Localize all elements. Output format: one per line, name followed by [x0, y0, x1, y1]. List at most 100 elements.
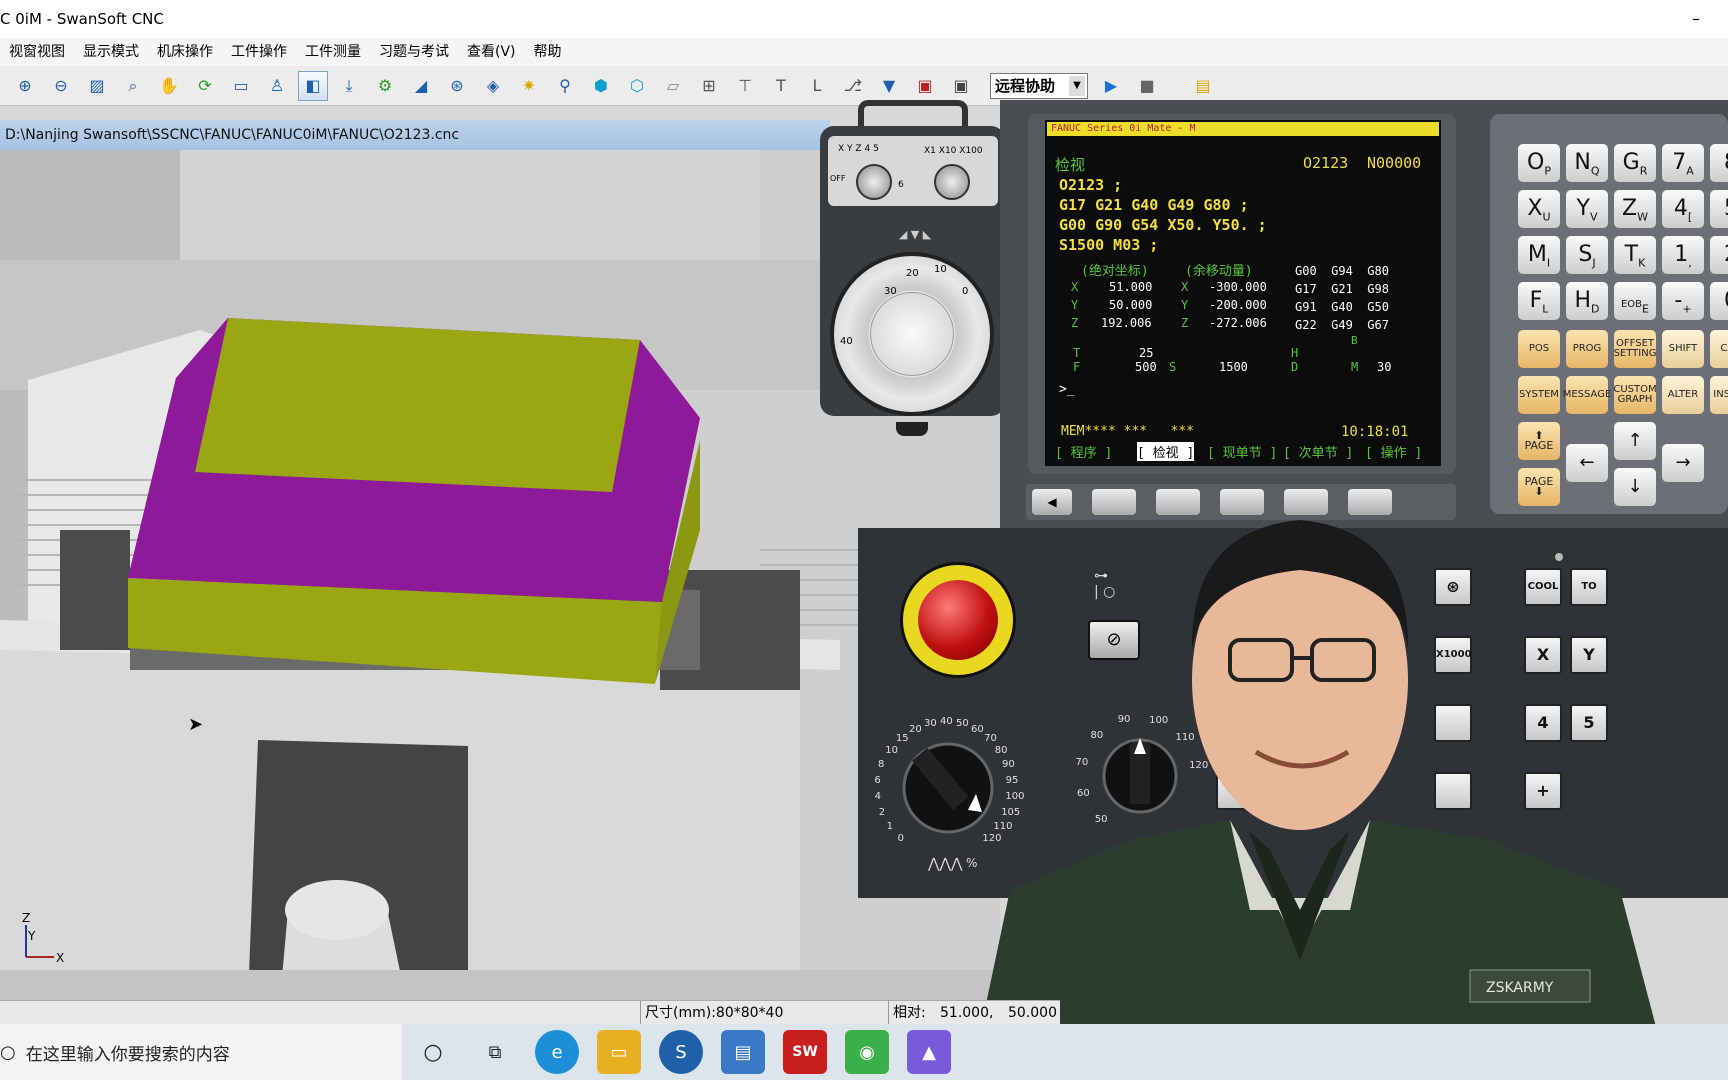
softkey-btn-3[interactable]: [1220, 489, 1264, 515]
key-f[interactable]: FL: [1518, 282, 1560, 320]
select-box-icon[interactable]: ▭: [226, 71, 256, 101]
key-x[interactable]: XU: [1518, 190, 1560, 228]
blank-button-4[interactable]: [1434, 772, 1472, 810]
triangle-icon[interactable]: ◢: [406, 71, 436, 101]
softkey-current-block[interactable]: [ 现单节 ]: [1207, 442, 1277, 461]
app-window-icon[interactable]: ▤: [721, 1030, 765, 1074]
menu-exercises[interactable]: 习题与考试: [370, 38, 458, 66]
mode-mdi-button[interactable]: ⇨: [1216, 636, 1254, 674]
view-down-icon[interactable]: ⤓: [334, 71, 364, 101]
menu-view[interactable]: 查看(V): [458, 38, 525, 66]
minimize-button[interactable]: –: [1692, 0, 1700, 38]
key-shift[interactable]: SHIFT: [1662, 330, 1704, 368]
key-n[interactable]: NQ: [1566, 144, 1608, 182]
cortana-icon[interactable]: ○: [411, 1030, 455, 1074]
axis-5-button[interactable]: 5: [1570, 704, 1608, 742]
blank-button-3[interactable]: [1434, 704, 1472, 742]
spring-icon[interactable]: ⊛: [442, 71, 472, 101]
key-alter[interactable]: ALTER: [1662, 376, 1704, 414]
key-s[interactable]: SJ: [1566, 236, 1608, 274]
menu-display-mode[interactable]: 显示模式: [74, 38, 148, 66]
figure-icon[interactable]: ♙: [262, 71, 292, 101]
softkey-check[interactable]: [ 检视 ]: [1137, 442, 1195, 461]
softkey-program[interactable]: [ 程序 ]: [1055, 442, 1112, 461]
clip-icon[interactable]: ⎇: [838, 71, 868, 101]
cube-blue-icon[interactable]: ◈: [478, 71, 508, 101]
softkey-btn-1[interactable]: [1092, 489, 1136, 515]
l-tool-icon[interactable]: L: [802, 71, 832, 101]
hex-icon[interactable]: ⬢: [586, 71, 616, 101]
save-icon[interactable]: ▣: [946, 71, 976, 101]
zoom-window-icon[interactable]: ▨: [82, 71, 112, 101]
taskbar-search[interactable]: ○ 在这里输入你要搜索的内容: [0, 1024, 402, 1080]
remote-help-select[interactable]: 远程协助 ▼: [990, 72, 1088, 99]
edge-icon[interactable]: e: [535, 1030, 579, 1074]
key-7[interactable]: 7A: [1662, 144, 1704, 182]
key-pos[interactable]: POS: [1518, 330, 1560, 368]
cool-button[interactable]: COOL: [1524, 568, 1562, 606]
photos-icon[interactable]: ▲: [907, 1030, 951, 1074]
key-offset-setting[interactable]: OFFSET SETTING: [1614, 330, 1656, 368]
blank-button-2[interactable]: [1264, 772, 1302, 810]
cursor-left-button[interactable]: ←: [1566, 444, 1608, 482]
number-icon[interactable]: ⊤: [730, 71, 760, 101]
key-y[interactable]: YV: [1566, 190, 1608, 228]
softkey-btn-2[interactable]: [1156, 489, 1200, 515]
key-5[interactable]: 5: [1710, 190, 1728, 228]
softkey-operate[interactable]: [ 操作 ]: [1365, 442, 1422, 461]
key-h[interactable]: HD: [1566, 282, 1608, 320]
zoom-out-icon[interactable]: ⊖: [46, 71, 76, 101]
key-1[interactable]: 1,: [1662, 236, 1704, 274]
page-up-button[interactable]: ⬆ PAGE: [1518, 422, 1560, 460]
projector-icon[interactable]: ▼: [874, 71, 904, 101]
paper-icon[interactable]: ▱: [658, 71, 688, 101]
key-m[interactable]: MI: [1518, 236, 1560, 274]
softkey-next-block[interactable]: [ 次单节 ]: [1283, 442, 1353, 461]
plus-button[interactable]: +: [1524, 772, 1562, 810]
key-8[interactable]: 8: [1710, 144, 1728, 182]
key-o[interactable]: OP: [1518, 144, 1560, 182]
key-2[interactable]: 2: [1710, 236, 1728, 274]
tool-button[interactable]: TO: [1570, 568, 1608, 606]
zoom-in-icon[interactable]: ⊕: [10, 71, 40, 101]
key-t[interactable]: TK: [1614, 236, 1656, 274]
cursor-right-button[interactable]: →: [1662, 444, 1704, 482]
key-g[interactable]: GR: [1614, 144, 1656, 182]
page-down-button[interactable]: PAGE ⬇: [1518, 468, 1560, 506]
menu-workpiece-op[interactable]: 工件操作: [222, 38, 296, 66]
axis-y-button[interactable]: Y: [1570, 636, 1608, 674]
cube-icon[interactable]: ⬡: [622, 71, 652, 101]
mode-auto-button[interactable]: ⇨: [1216, 568, 1254, 606]
view-box-icon[interactable]: ◧: [298, 70, 328, 101]
wechat-icon[interactable]: ◉: [845, 1030, 889, 1074]
menu-help[interactable]: 帮助: [525, 38, 571, 66]
mode-dnc-button[interactable]: ⊘: [1264, 636, 1302, 674]
key--[interactable]: -+: [1662, 282, 1704, 320]
key-0[interactable]: 0: [1710, 282, 1728, 320]
mode-jog-button[interactable]: ⇨: [1264, 704, 1302, 742]
rotate-icon[interactable]: ⟳: [190, 71, 220, 101]
cursor-down-button[interactable]: ↓: [1614, 468, 1656, 506]
mode-edit-button[interactable]: ⊘: [1264, 568, 1302, 606]
menu-view-window[interactable]: 视窗视图: [0, 38, 74, 66]
key-can[interactable]: CAN: [1710, 330, 1728, 368]
spindle-button[interactable]: ⊛: [1434, 568, 1472, 606]
star-icon[interactable]: ✷: [514, 71, 544, 101]
task-view-icon[interactable]: ⧉: [473, 1030, 517, 1074]
blank-button-1[interactable]: [1216, 772, 1254, 810]
stop-icon[interactable]: ■: [1132, 71, 1162, 101]
axis-select-knob[interactable]: [856, 164, 892, 200]
t-tool-icon[interactable]: T: [766, 71, 796, 101]
softkey-btn-4[interactable]: [1284, 489, 1328, 515]
key-insert[interactable]: INSERT: [1710, 376, 1728, 414]
tool-icon[interactable]: ⚙: [370, 71, 400, 101]
softkey-btn-5[interactable]: [1348, 489, 1392, 515]
key-4[interactable]: 4[: [1662, 190, 1704, 228]
zoom-fit-icon[interactable]: ⌕: [118, 71, 148, 101]
key-system[interactable]: SYSTEM: [1518, 376, 1560, 414]
play-icon[interactable]: ▶: [1096, 71, 1126, 101]
key-z[interactable]: ZW: [1614, 190, 1656, 228]
cursor-up-button[interactable]: ↑: [1614, 422, 1656, 460]
pan-hand-icon[interactable]: ✋: [154, 71, 184, 101]
key-eob[interactable]: EOBE: [1614, 282, 1656, 320]
